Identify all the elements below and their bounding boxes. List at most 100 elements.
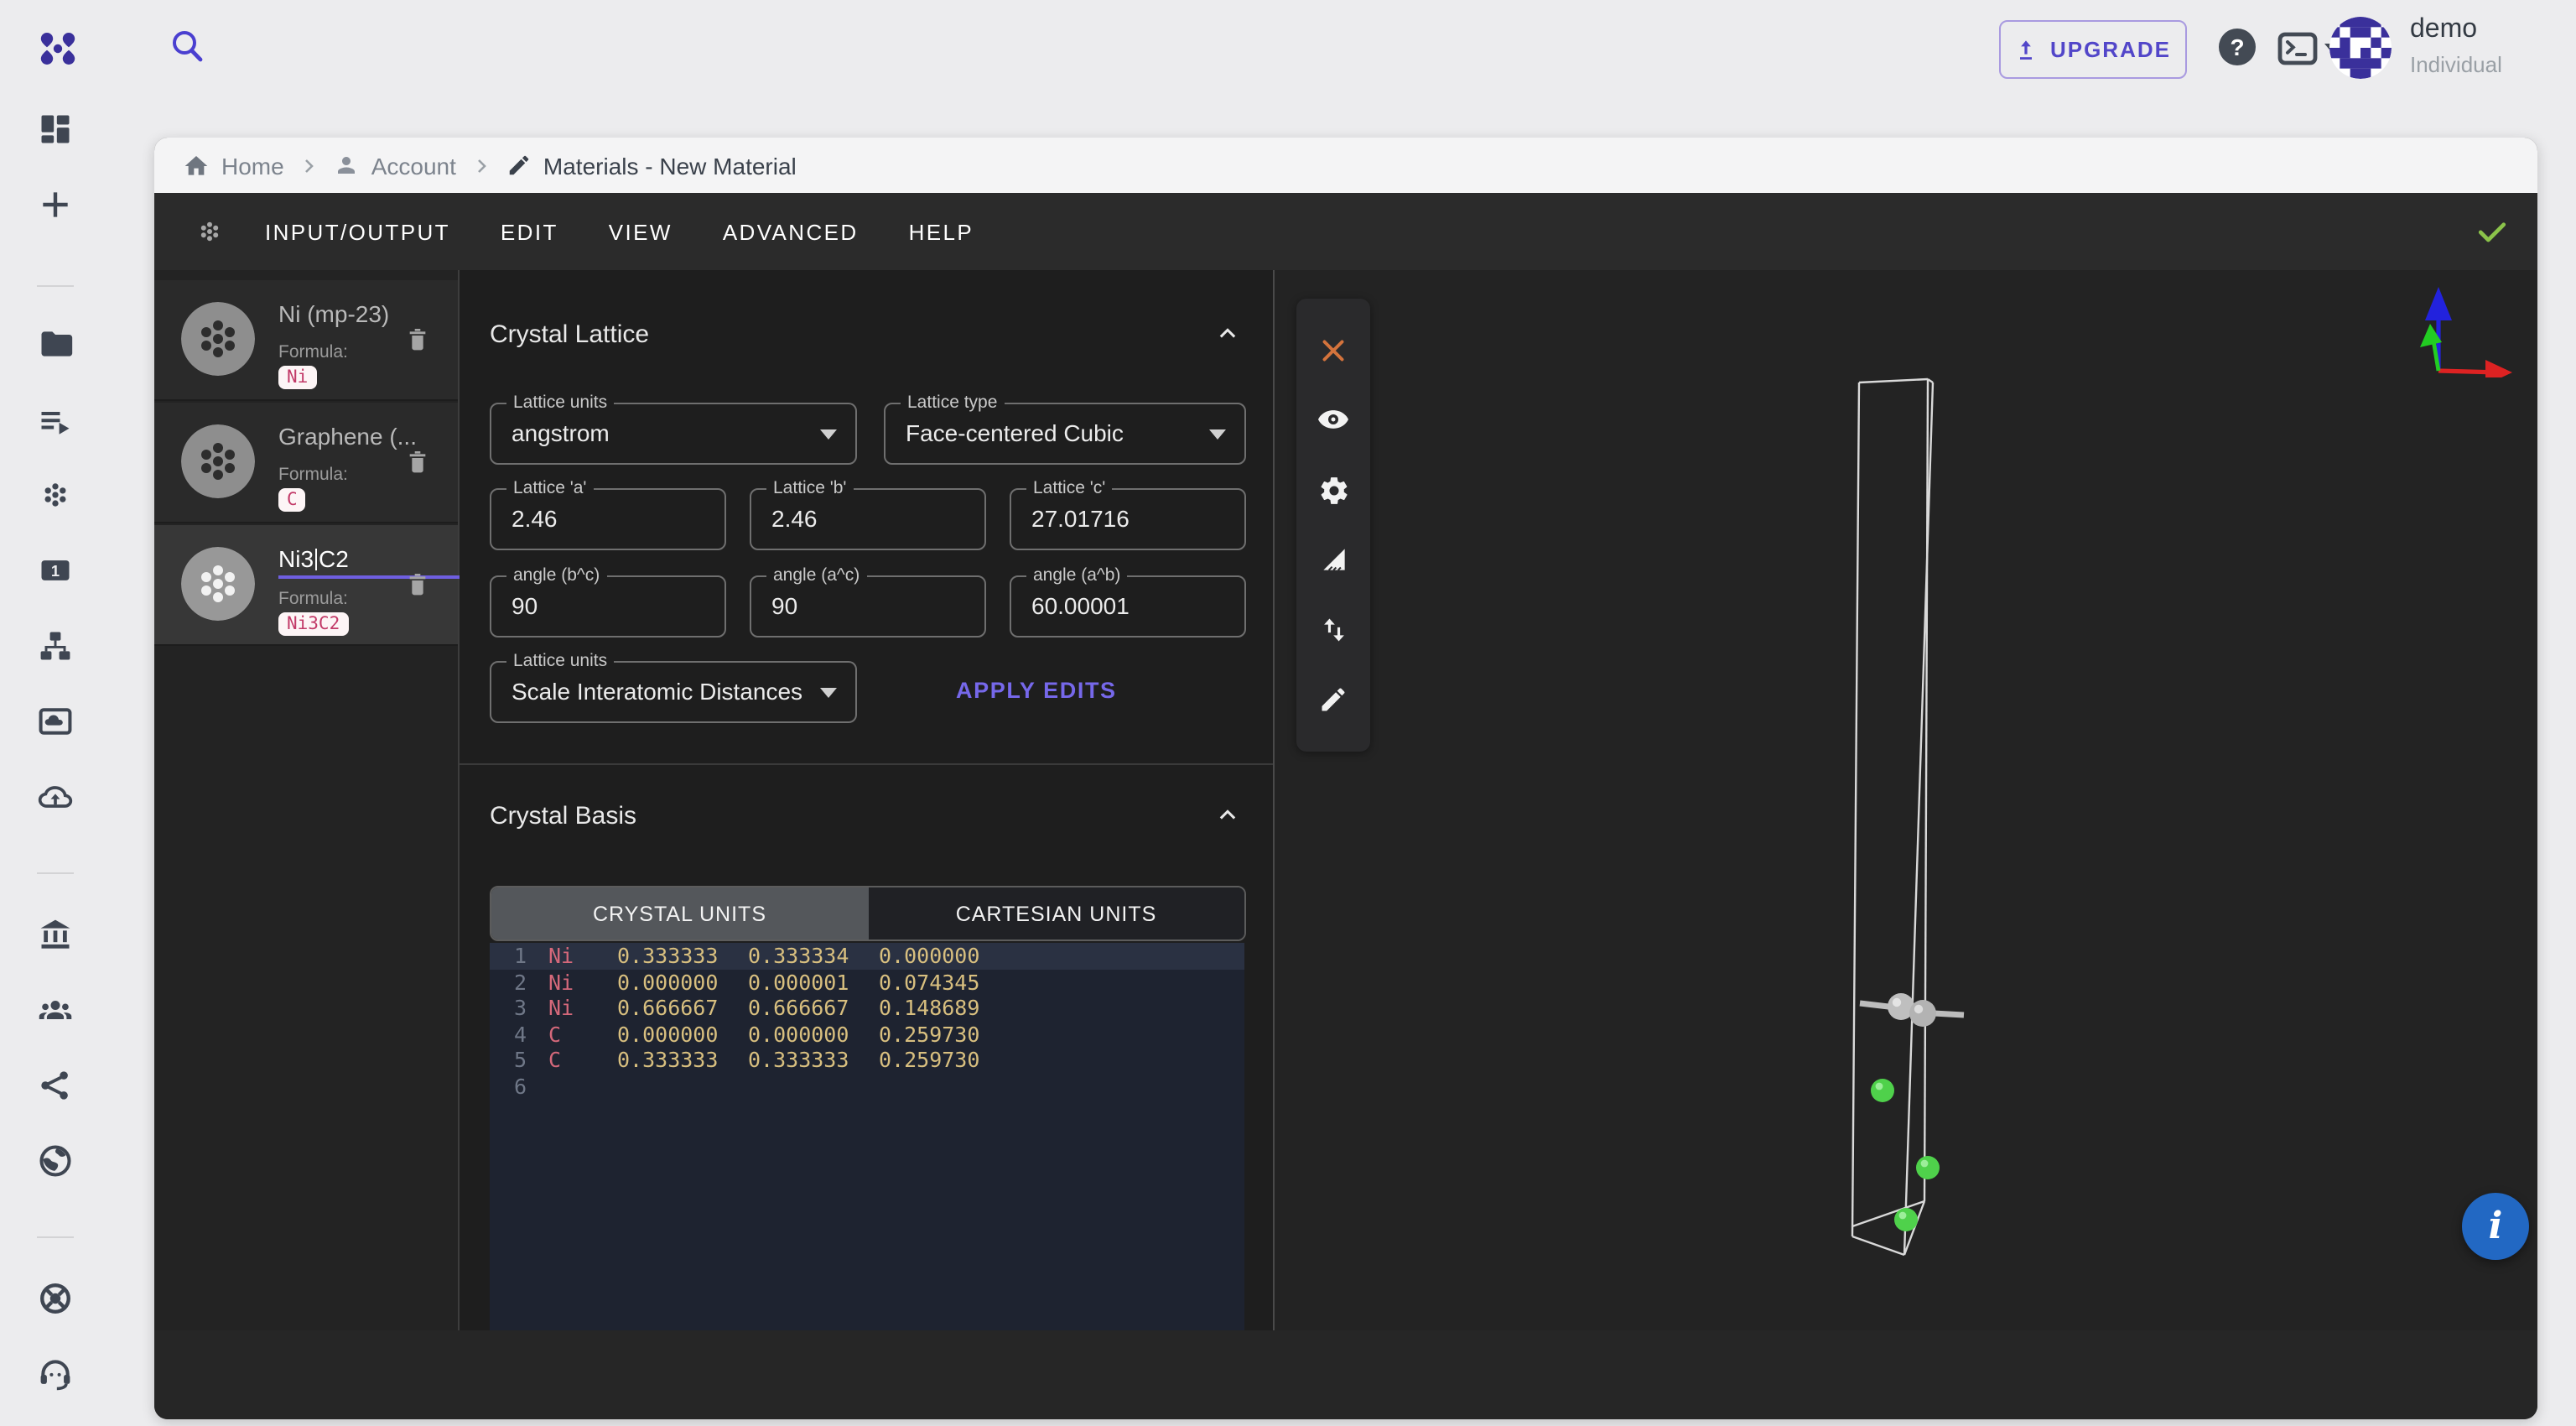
person-icon (335, 153, 360, 178)
formula-label: Formula: (278, 589, 348, 609)
sidebar-item-share[interactable] (35, 1065, 75, 1106)
editor-line: 3Ni0.6666670.6666670.148689 (490, 995, 1244, 1021)
menu-advanced[interactable]: ADVANCED (723, 219, 859, 244)
sidebar-divider (37, 872, 74, 874)
chevron-down-icon (1209, 429, 1226, 440)
collapse-chevron-icon[interactable] (1216, 804, 1239, 827)
section-divider (460, 763, 1273, 765)
sidebar-item-create[interactable] (35, 185, 75, 225)
breadcrumb-account[interactable]: Account (335, 152, 456, 179)
sidebar-item-one-badge[interactable]: 1 (35, 550, 75, 591)
breadcrumb-current: Materials - New Material (506, 152, 797, 179)
lattice-units-select[interactable]: Lattice units angstrom (490, 403, 857, 465)
app-logo[interactable] (39, 30, 77, 67)
sidebar-item-jobs[interactable] (35, 401, 75, 441)
menu-edit[interactable]: EDIT (501, 219, 558, 244)
help-button[interactable]: ? (2219, 29, 2256, 65)
upgrade-label: UPGRADE (2050, 37, 2171, 62)
info-button[interactable]: i (2462, 1193, 2529, 1260)
sitemap-icon (37, 627, 74, 664)
edit-button[interactable] (1315, 681, 1352, 718)
sidebar-item-cloud-upload[interactable] (35, 777, 75, 817)
crystal-basis-title: Crystal Basis (490, 802, 636, 830)
field-value: Face-centered Cubic (906, 404, 1124, 461)
upgrade-button[interactable]: UPGRADE (1999, 20, 2187, 79)
delete-icon[interactable] (404, 446, 431, 476)
sidebar-item-help-ring[interactable] (35, 1278, 75, 1319)
visibility-button[interactable] (1315, 402, 1352, 439)
material-item-ni3c2[interactable]: Ni3C2 Formula: Ni3C2 (154, 525, 458, 646)
field-value: 90 (771, 577, 797, 634)
bank-icon (37, 916, 74, 953)
search-button[interactable] (168, 27, 208, 67)
input-underline (278, 575, 463, 579)
sidebar-item-projects[interactable] (35, 324, 75, 364)
material-item-graphene[interactable]: Graphene (... Formula: C (154, 403, 458, 523)
measure-button[interactable] (1315, 542, 1352, 579)
angle-ab-input[interactable]: angle (a^b) 60.00001 (1010, 575, 1246, 638)
sidebar-item-bank[interactable] (35, 914, 75, 955)
basis-code-editor[interactable]: 1Ni0.3333330.3333340.000000 2Ni0.0000000… (490, 943, 1244, 1330)
lattice-b-input[interactable]: Lattice 'b' 2.46 (750, 488, 986, 550)
lattice-type-select[interactable]: Lattice type Face-centered Cubic (884, 403, 1246, 465)
menu-view[interactable]: VIEW (609, 219, 673, 244)
user-name: demo (2410, 15, 2477, 45)
playlist-play-icon (37, 403, 74, 440)
delete-icon[interactable] (404, 324, 431, 354)
sidebar-item-materials[interactable] (35, 475, 75, 515)
tab-cartesian-units[interactable]: CARTESIAN UNITS (868, 887, 1244, 939)
crystal-structure-render (1275, 270, 2537, 1330)
material-title: Graphene (... (278, 423, 417, 450)
materials-list: Ni (mp-23) Formula: Ni Graphene (... For… (154, 270, 460, 1330)
material-name-input[interactable]: Ni3C2 (278, 545, 349, 572)
swap-axes-button[interactable] (1315, 612, 1352, 648)
dashboard-icon (37, 111, 74, 148)
sidebar-item-support[interactable] (35, 1354, 75, 1394)
editor-line: 5C0.3333330.3333330.259730 (490, 1047, 1244, 1073)
field-value: 27.01716 (1031, 490, 1130, 547)
material-item-ni[interactable]: Ni (mp-23) Formula: Ni (154, 280, 458, 401)
collapse-chevron-icon[interactable] (1216, 322, 1239, 346)
editor-window: Home Account Materials - New Material (154, 138, 2537, 1419)
cloud-upload-icon (35, 778, 75, 815)
breadcrumb-home-label: Home (221, 152, 284, 179)
menu-help[interactable]: HELP (909, 219, 974, 244)
formula-badge: C (278, 488, 306, 512)
tab-crystal-units[interactable]: CRYSTAL UNITS (491, 887, 868, 939)
sidebar-item-globe[interactable] (35, 1141, 75, 1181)
sidebar-item-dashboard[interactable] (35, 109, 75, 149)
sidebar-item-workflows[interactable] (35, 626, 75, 666)
material-title: Ni (mp-23) (278, 300, 389, 327)
lattice-a-input[interactable]: Lattice 'a' 2.46 (490, 488, 726, 550)
delete-icon[interactable] (404, 569, 431, 599)
close-button[interactable] (1315, 331, 1352, 368)
user-avatar[interactable] (2329, 17, 2392, 79)
field-value: 2.46 (512, 490, 558, 547)
lattice-units-mode-select[interactable]: Lattice units Scale Interatomic Distance… (490, 661, 857, 723)
search-icon (168, 27, 208, 67)
chevron-down-icon (820, 688, 837, 698)
sidebar-item-team[interactable] (35, 990, 75, 1030)
save-check-button[interactable] (2474, 213, 2511, 258)
sidebar-divider (37, 1236, 74, 1238)
sidebar-divider (37, 285, 74, 287)
field-value: Scale Interatomic Distances (512, 663, 802, 720)
lattice-c-input[interactable]: Lattice 'c' 27.01716 (1010, 488, 1246, 550)
angle-bc-input[interactable]: angle (b^c) 90 (490, 575, 726, 638)
settings-button[interactable] (1315, 471, 1352, 508)
sidebar-item-media[interactable] (35, 701, 75, 742)
structure-viewer-canvas[interactable]: i (1275, 270, 2537, 1330)
angle-ac-input[interactable]: angle (a^c) 90 (750, 575, 986, 638)
pencil-icon (506, 153, 532, 178)
formula-label: Formula: (278, 342, 348, 362)
logo-icon (39, 30, 77, 67)
headset-icon (35, 1356, 75, 1392)
image-cloud-icon (37, 703, 74, 740)
menu-input-output[interactable]: INPUT/OUTPUT (265, 219, 450, 244)
apply-edits-button[interactable]: APPLY EDITS (956, 678, 1117, 703)
svg-text:1: 1 (51, 562, 60, 580)
home-icon (183, 152, 210, 179)
terminal-icon (2277, 32, 2318, 65)
breadcrumb-home[interactable]: Home (183, 152, 284, 179)
material-thumbnail (181, 302, 255, 376)
